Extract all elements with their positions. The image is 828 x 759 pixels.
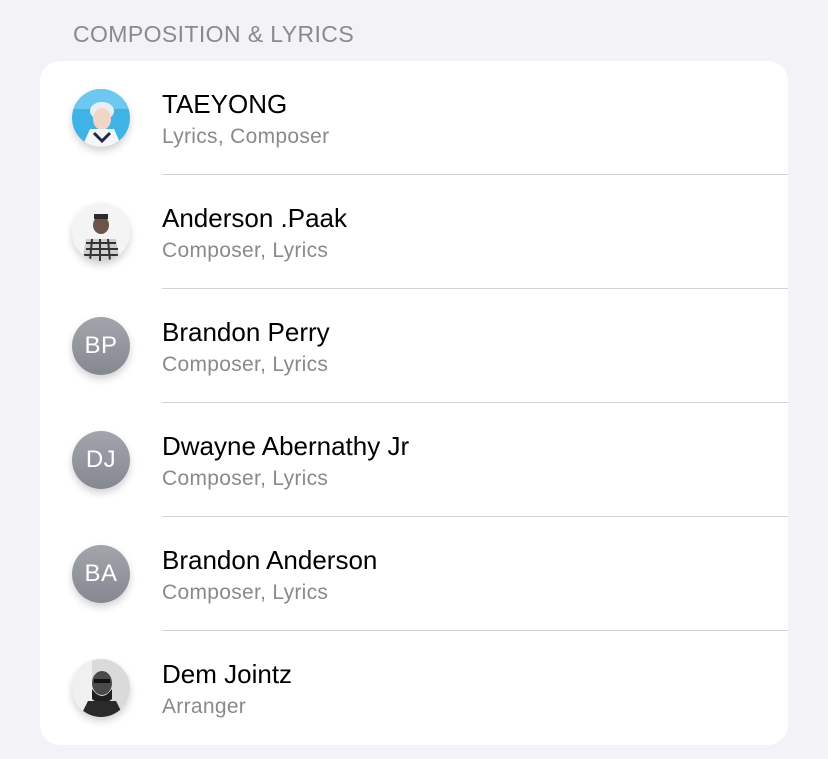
credit-row-brandon-perry[interactable]: BP Brandon Perry Composer, Lyrics (40, 289, 788, 403)
credit-role: Lyrics, Composer (162, 125, 330, 148)
credit-name: Brandon Perry (162, 317, 330, 347)
credit-row-anderson-paak[interactable]: Anderson .Paak Composer, Lyrics (40, 175, 788, 289)
credit-role: Composer, Lyrics (162, 239, 329, 262)
credit-name: Anderson .Paak (162, 203, 348, 233)
credit-name: Dwayne Abernathy Jr (162, 431, 410, 461)
credit-row-dem-jointz[interactable]: Dem Jointz Arranger (40, 631, 788, 745)
credit-role: Arranger (162, 695, 247, 718)
credit-role: Composer, Lyrics (162, 581, 329, 604)
credit-name: TAEYONG (162, 89, 288, 119)
avatar-initials: BA (72, 545, 130, 603)
avatar-photo (72, 659, 130, 717)
avatar-initials: DJ (72, 431, 130, 489)
credit-role: Composer, Lyrics (162, 353, 329, 376)
credits-list: TAEYONG Lyrics, Composer Anderson .Paak … (40, 61, 788, 745)
credit-row-dwayne-abernathy-jr[interactable]: DJ Dwayne Abernathy Jr Composer, Lyrics (40, 403, 788, 517)
credit-row-taeyong[interactable]: TAEYONG Lyrics, Composer (40, 61, 788, 175)
avatar-photo (72, 89, 130, 147)
credit-name: Brandon Anderson (162, 545, 378, 575)
avatar-initials: BP (72, 317, 130, 375)
credit-role: Composer, Lyrics (162, 467, 329, 490)
credit-name: Dem Jointz (162, 659, 293, 689)
credit-row-brandon-anderson[interactable]: BA Brandon Anderson Composer, Lyrics (40, 517, 788, 631)
section-header: COMPOSITION & LYRICS (73, 21, 355, 47)
avatar-photo (72, 203, 130, 261)
